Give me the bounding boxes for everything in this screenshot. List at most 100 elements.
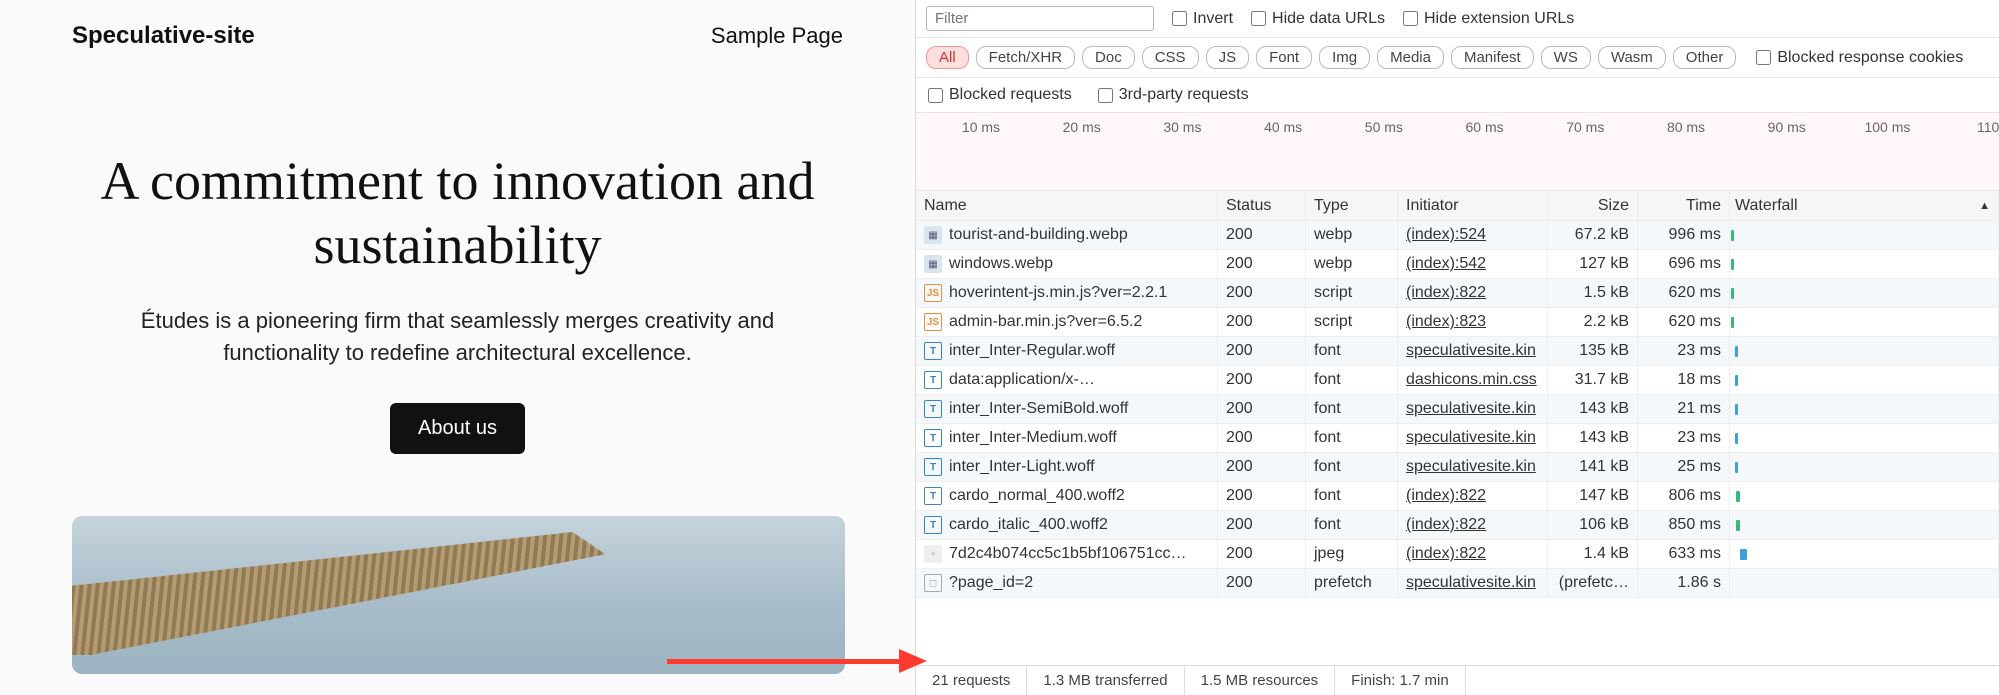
filter-pill-all[interactable]: All (926, 46, 969, 69)
filter-pill-wasm[interactable]: Wasm (1598, 46, 1666, 69)
initiator-link[interactable]: speculativesite.kin (1406, 429, 1536, 447)
col-type[interactable]: Type (1306, 191, 1398, 220)
request-name: windows.webp (949, 255, 1053, 273)
table-header: Name Status Type Initiator Size Time Wat… (916, 191, 1999, 221)
timeline-tick: 90 ms (1768, 119, 1806, 135)
file-type-icon: JS (924, 284, 942, 302)
filter-pill-font[interactable]: Font (1256, 46, 1312, 69)
initiator-link[interactable]: speculativesite.kin (1406, 574, 1536, 592)
type-cell: webp (1306, 221, 1398, 249)
table-row[interactable]: JSadmin-bar.min.js?ver=6.5.2200script(in… (916, 308, 1999, 337)
filter-pill-other[interactable]: Other (1673, 46, 1737, 69)
waterfall-cell (1730, 569, 1999, 597)
filter-pill-fetchxhr[interactable]: Fetch/XHR (976, 46, 1075, 69)
blocked-requests-checkbox[interactable]: Blocked requests (928, 86, 1072, 104)
table-row[interactable]: ▫7d2c4b074cc5c1b5bf106751cc…200jpeg(inde… (916, 540, 1999, 569)
initiator-link[interactable]: (index):822 (1406, 487, 1486, 505)
file-type-icon: ◻ (924, 574, 942, 592)
type-cell: webp (1306, 250, 1398, 278)
size-cell: 143 kB (1548, 395, 1638, 423)
size-cell: 67.2 kB (1548, 221, 1638, 249)
time-cell: 23 ms (1638, 337, 1730, 365)
request-name: hoverintent-js.min.js?ver=2.2.1 (949, 284, 1167, 302)
initiator-link[interactable]: (index):823 (1406, 313, 1486, 331)
size-cell: 147 kB (1548, 482, 1638, 510)
table-row[interactable]: Tinter_Inter-Light.woff200fontspeculativ… (916, 453, 1999, 482)
table-row[interactable]: Tinter_Inter-SemiBold.woff200fontspecula… (916, 395, 1999, 424)
filter-pill-media[interactable]: Media (1377, 46, 1444, 69)
col-time[interactable]: Time (1638, 191, 1730, 220)
waterfall-cell (1730, 250, 1999, 278)
col-waterfall[interactable]: Waterfall▲ (1730, 191, 1999, 220)
invert-checkbox[interactable]: Invert (1172, 10, 1233, 28)
hero-subtitle: Études is a pioneering firm that seamles… (98, 305, 818, 369)
col-initiator[interactable]: Initiator (1398, 191, 1548, 220)
time-cell: 1.86 s (1638, 569, 1730, 597)
third-party-requests-checkbox[interactable]: 3rd-party requests (1098, 86, 1249, 104)
annotation-arrow (667, 652, 927, 670)
type-cell: font (1306, 453, 1398, 481)
filter-input[interactable] (926, 6, 1154, 31)
col-status[interactable]: Status (1218, 191, 1306, 220)
blocked-response-cookies-checkbox[interactable]: Blocked response cookies (1756, 49, 1963, 67)
filter-pill-manifest[interactable]: Manifest (1451, 46, 1534, 69)
type-cell: font (1306, 395, 1398, 423)
status-cell: 200 (1218, 250, 1306, 278)
initiator-link[interactable]: (index):822 (1406, 545, 1486, 563)
waterfall-cell (1730, 366, 1999, 394)
table-row[interactable]: Tinter_Inter-Regular.woff200fontspeculat… (916, 337, 1999, 366)
type-cell: jpeg (1306, 540, 1398, 568)
nav-link-sample-page[interactable]: Sample Page (711, 23, 843, 49)
table-row[interactable]: ▦windows.webp200webp(index):542127 kB696… (916, 250, 1999, 279)
initiator-link[interactable]: speculativesite.kin (1406, 458, 1536, 476)
timeline-tick: 10 ms (962, 119, 1000, 135)
col-size[interactable]: Size (1548, 191, 1638, 220)
file-type-icon: T (924, 371, 942, 389)
size-cell: 143 kB (1548, 424, 1638, 452)
table-row[interactable]: ◻?page_id=2200prefetchspeculativesite.ki… (916, 569, 1999, 598)
initiator-link[interactable]: (index):822 (1406, 516, 1486, 534)
table-row[interactable]: Tcardo_italic_400.woff2200font(index):82… (916, 511, 1999, 540)
timeline-overview[interactable]: 10 ms20 ms30 ms40 ms50 ms60 ms70 ms80 ms… (916, 113, 1999, 191)
timeline-tick: 50 ms (1365, 119, 1403, 135)
about-us-button[interactable]: About us (390, 403, 525, 454)
hide-extension-urls-checkbox[interactable]: Hide extension URLs (1403, 10, 1574, 28)
filter-pill-doc[interactable]: Doc (1082, 46, 1135, 69)
type-filter-bar: All Fetch/XHR Doc CSS JS Font Img Media Manifest… (916, 38, 1999, 78)
filter-pill-css[interactable]: CSS (1142, 46, 1199, 69)
waterfall-cell (1730, 279, 1999, 307)
col-name[interactable]: Name (916, 191, 1218, 220)
filter-pill-img[interactable]: Img (1319, 46, 1370, 69)
status-cell: 200 (1218, 308, 1306, 336)
hero-image (72, 516, 845, 674)
table-row[interactable]: Tinter_Inter-Medium.woff200fontspeculati… (916, 424, 1999, 453)
initiator-link[interactable]: (index):542 (1406, 255, 1486, 273)
filter-pill-ws[interactable]: WS (1541, 46, 1591, 69)
initiator-link[interactable]: speculativesite.kin (1406, 400, 1536, 418)
summary-item: Finish: 1.7 min (1335, 666, 1466, 695)
table-row[interactable]: Tdata:application/x-…200fontdashicons.mi… (916, 366, 1999, 395)
table-row[interactable]: JShoverintent-js.min.js?ver=2.2.1200scri… (916, 279, 1999, 308)
size-cell: 135 kB (1548, 337, 1638, 365)
waterfall-cell (1730, 395, 1999, 423)
summary-bar: 21 requests1.3 MB transferred1.5 MB reso… (916, 665, 1999, 695)
table-row[interactable]: Tcardo_normal_400.woff2200font(index):82… (916, 482, 1999, 511)
size-cell: 2.2 kB (1548, 308, 1638, 336)
status-cell: 200 (1218, 540, 1306, 568)
initiator-link[interactable]: (index):822 (1406, 284, 1486, 302)
status-cell: 200 (1218, 511, 1306, 539)
initiator-link[interactable]: speculativesite.kin (1406, 342, 1536, 360)
hide-data-urls-checkbox[interactable]: Hide data URLs (1251, 10, 1385, 28)
type-cell: prefetch (1306, 569, 1398, 597)
table-row[interactable]: ▦tourist-and-building.webp200webp(index)… (916, 221, 1999, 250)
website-preview: Speculative-site Sample Page A commitmen… (0, 0, 915, 695)
initiator-link[interactable]: dashicons.min.css (1406, 371, 1537, 389)
request-name: inter_Inter-Medium.woff (949, 429, 1117, 447)
network-table: Name Status Type Initiator Size Time Wat… (916, 191, 1999, 665)
filter-pill-js[interactable]: JS (1206, 46, 1250, 69)
type-cell: script (1306, 279, 1398, 307)
initiator-link[interactable]: (index):524 (1406, 226, 1486, 244)
hero-section: A commitment to innovation and sustainab… (72, 150, 843, 674)
site-title[interactable]: Speculative-site (72, 22, 255, 50)
type-cell: script (1306, 308, 1398, 336)
